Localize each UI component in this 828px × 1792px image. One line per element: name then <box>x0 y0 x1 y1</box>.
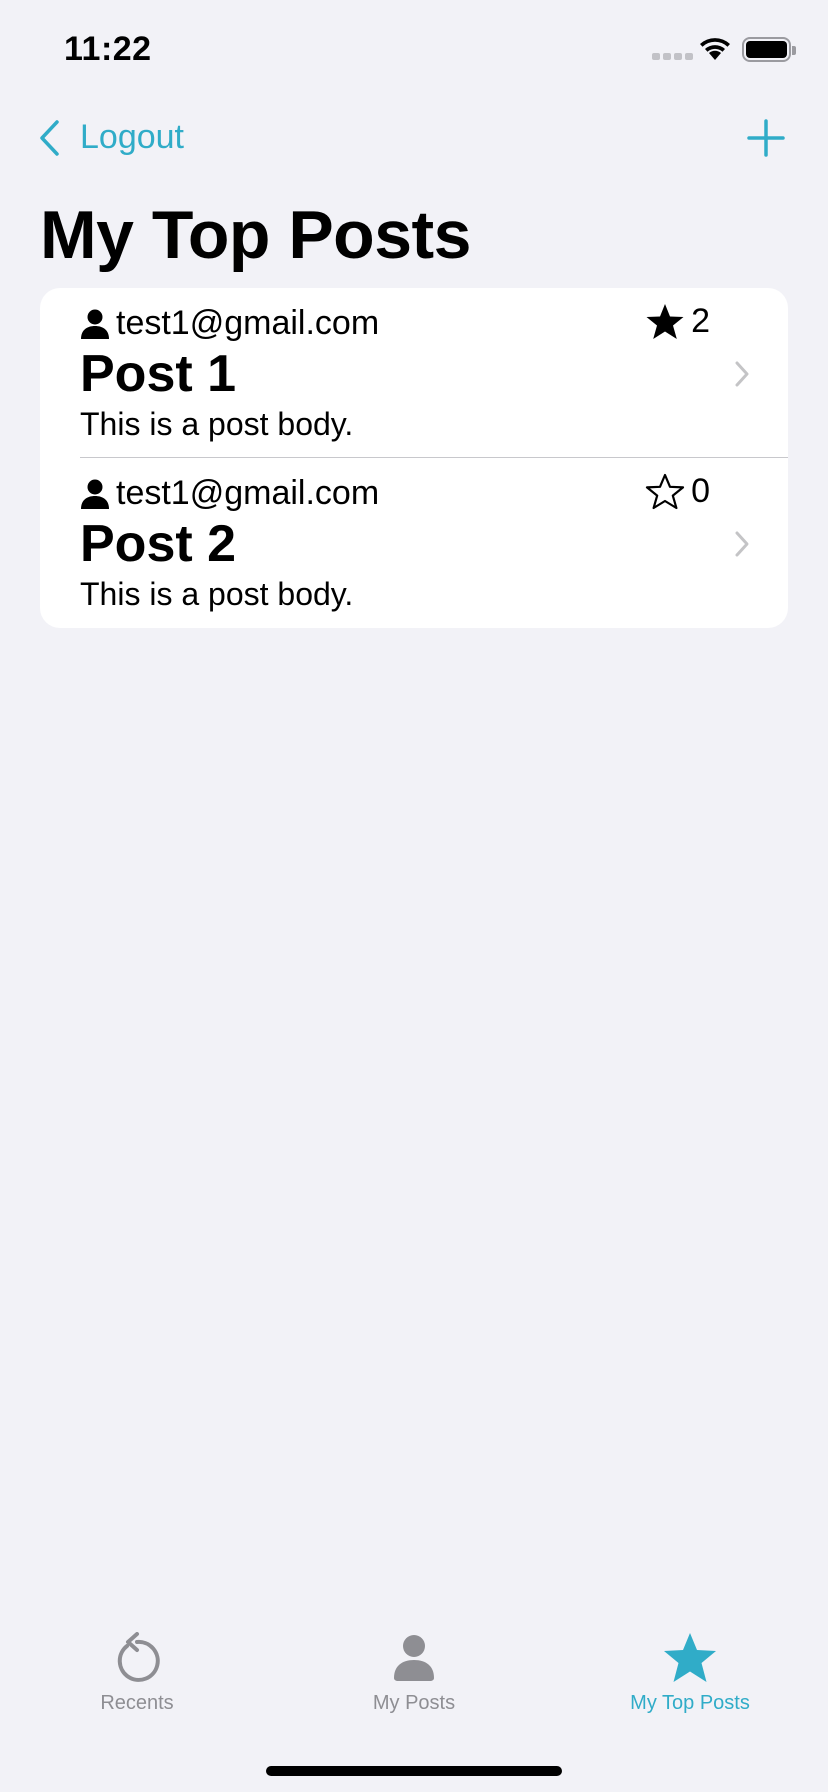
post-row[interactable]: test1@gmail.com 0 Post 2 This is a post … <box>40 458 788 628</box>
battery-icon <box>742 37 796 62</box>
person-icon <box>81 309 109 339</box>
cellular-signal-icon <box>652 53 693 60</box>
star-icon <box>664 1633 716 1682</box>
star-outline-icon <box>645 473 685 509</box>
post-author-email: test1@gmail.com <box>116 304 380 342</box>
tab-label: Recents <box>100 1692 174 1714</box>
chevron-left-icon <box>40 119 59 156</box>
post-author-email: test1@gmail.com <box>116 474 380 512</box>
recents-icon <box>117 1632 160 1682</box>
home-indicator[interactable] <box>266 1766 562 1776</box>
chevron-right-icon <box>735 531 749 557</box>
wifi-icon <box>700 38 730 60</box>
post-body: This is a post body. <box>80 576 354 612</box>
post-title: Post 2 <box>80 515 237 573</box>
logout-button[interactable]: Logout <box>38 118 184 157</box>
tab-my-posts[interactable]: My Posts <box>294 1632 534 1715</box>
star-filled-icon <box>646 303 684 339</box>
status-bar: 11:22 <box>0 0 828 100</box>
star-count[interactable]: 0 <box>645 472 710 511</box>
tab-label: My Posts <box>372 1692 456 1714</box>
person-icon <box>394 1635 434 1681</box>
tab-my-top-posts[interactable]: My Top Posts <box>570 1632 810 1715</box>
posts-list: test1@gmail.com 2 Post 1 This is a post … <box>40 288 788 628</box>
plus-icon[interactable] <box>746 118 786 158</box>
person-icon <box>81 479 109 509</box>
tab-bar: Recents My Posts My Top Posts <box>0 1612 828 1792</box>
star-count-value: 0 <box>691 472 710 510</box>
page-title: My Top Posts <box>40 197 472 273</box>
post-author: test1@gmail.com <box>80 304 379 343</box>
post-row[interactable]: test1@gmail.com 2 Post 1 This is a post … <box>40 288 788 458</box>
logout-label: Logout <box>80 118 184 156</box>
tab-label: My Top Posts <box>630 1692 750 1714</box>
post-title: Post 1 <box>80 345 237 403</box>
tab-recents[interactable]: Recents <box>17 1632 257 1715</box>
status-time: 11:22 <box>64 30 152 68</box>
star-count-value: 2 <box>691 302 710 340</box>
post-body: This is a post body. <box>80 406 354 442</box>
star-count[interactable]: 2 <box>645 302 710 341</box>
chevron-right-icon <box>735 361 749 387</box>
post-author: test1@gmail.com <box>80 474 379 513</box>
